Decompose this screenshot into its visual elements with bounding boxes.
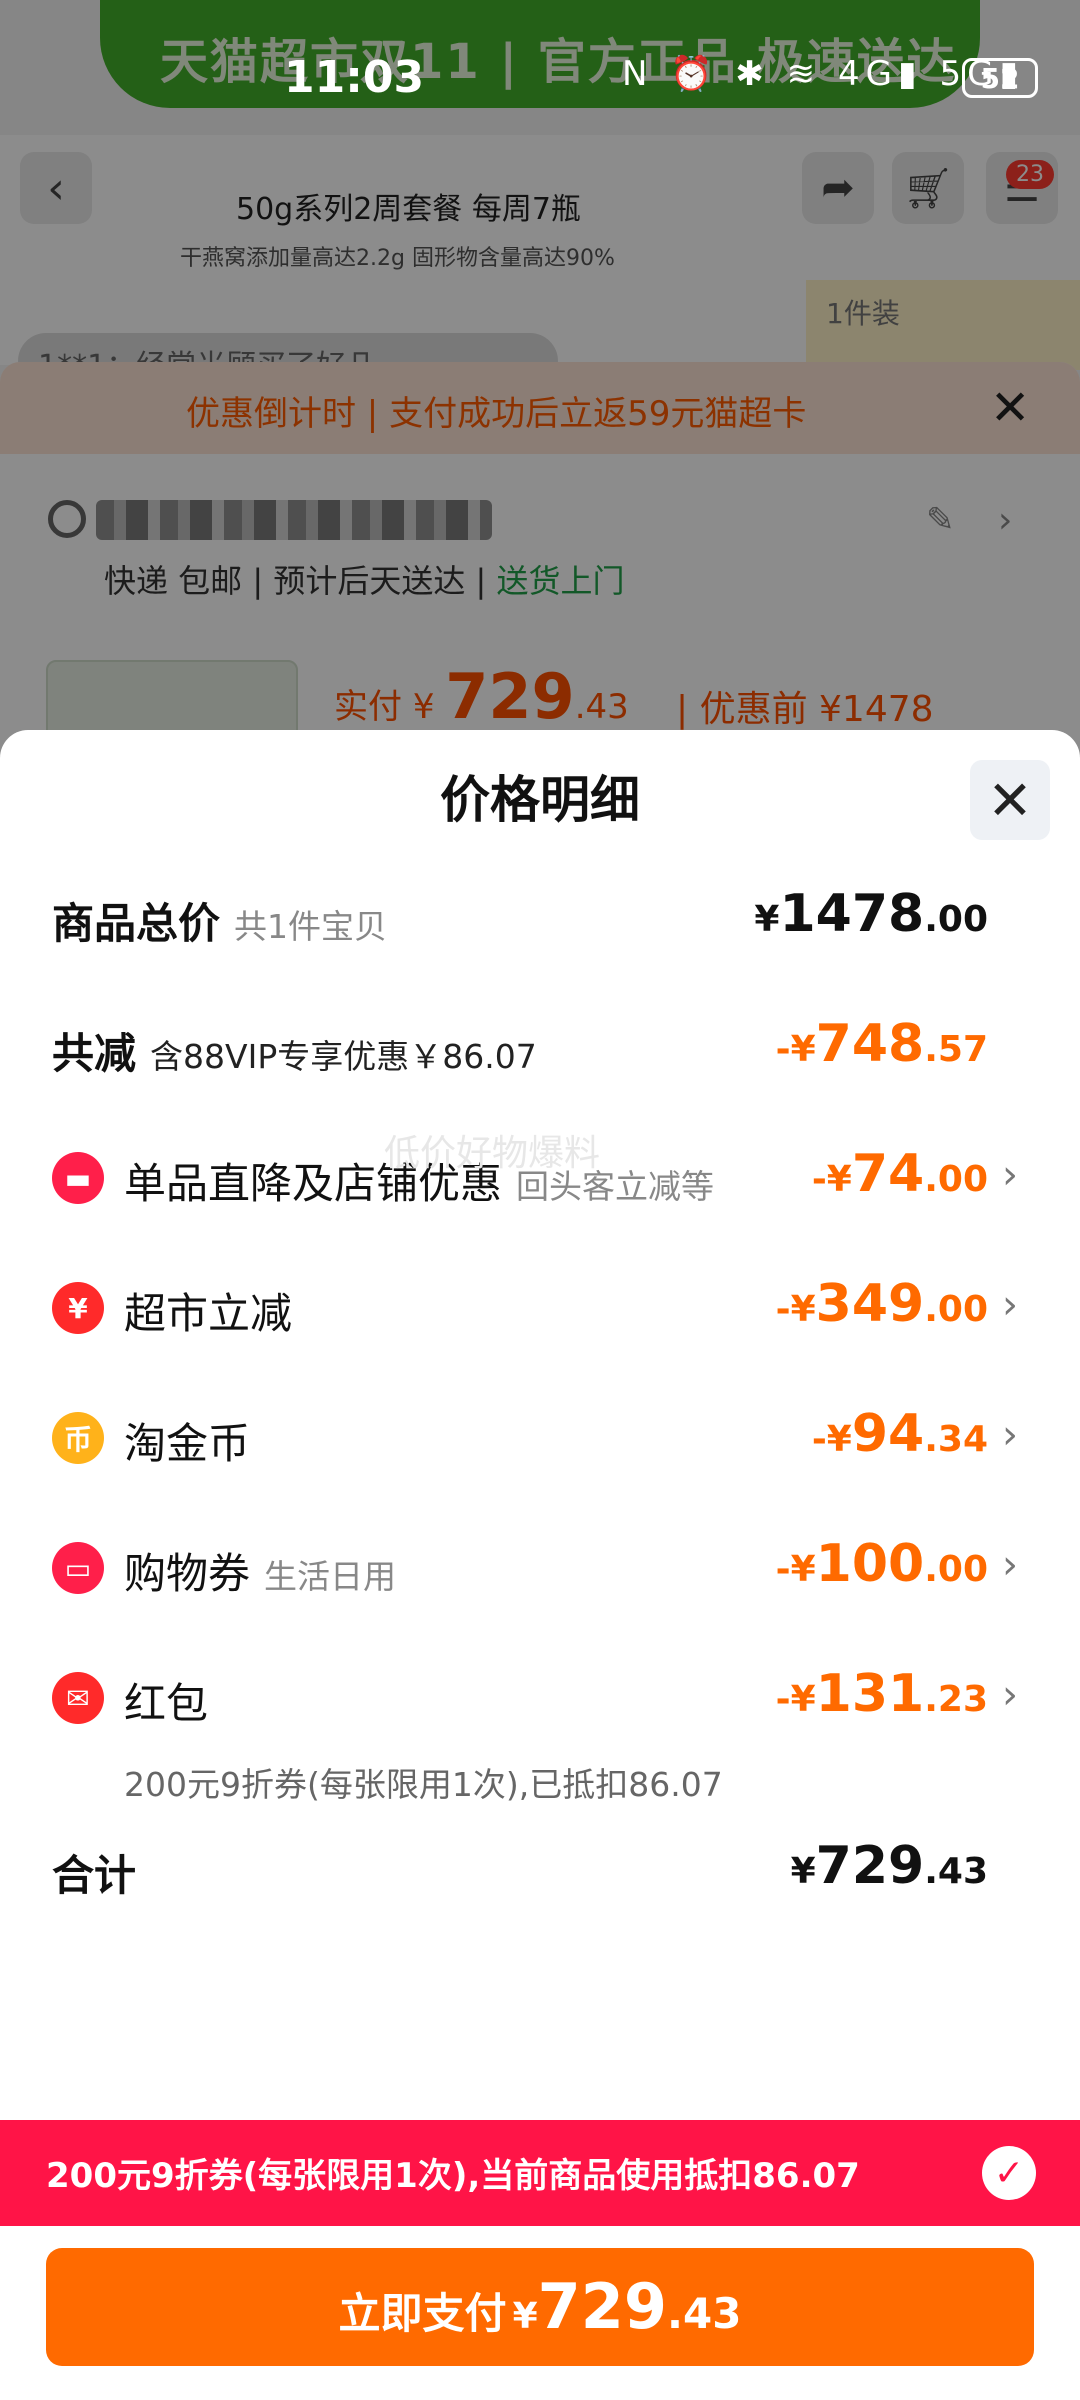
discount-item-price: -¥100.00: [775, 1534, 988, 1594]
close-icon[interactable]: ✕: [970, 760, 1050, 840]
pay-amount-int: 729: [537, 2270, 668, 2343]
goods-total-row: 商品总价 共1件宝贝 ¥1478.00: [0, 884, 1080, 990]
discount-item-label: 红包: [124, 1679, 209, 1728]
pay-now-button[interactable]: 立即支付 ¥ 729 .43: [46, 2248, 1034, 2366]
red-packet-note: 200元9折券(每张限用1次),已抵扣86.07: [124, 1765, 723, 1804]
pay-amount-dec: .43: [667, 2289, 742, 2338]
discount-item-price: -¥349.00: [775, 1274, 988, 1334]
sum-row: 合计 ¥729.43: [0, 1836, 1080, 1942]
goods-total-count: 共1件宝贝: [234, 907, 388, 946]
gold-coin-icon: 币: [52, 1412, 104, 1464]
total-reduce-label: 共减: [52, 1029, 137, 1078]
sum-label: 合计: [52, 1851, 137, 1900]
watermark: 低价好物爆料: [384, 1133, 601, 1174]
total-reduce-price: -¥748.57: [775, 1014, 988, 1074]
chevron-right-icon[interactable]: ›: [1002, 1152, 1018, 1198]
goods-total-label: 商品总价: [52, 899, 221, 948]
pay-label: 立即支付: [338, 2289, 507, 2338]
battery-icon: 52: [962, 58, 1038, 98]
discount-item-sub: 生活日用: [264, 1557, 397, 1596]
shopping-voucher-icon: ▭: [52, 1542, 104, 1594]
pay-area: 立即支付 ¥ 729 .43: [0, 2226, 1080, 2400]
supermarket-discount-icon: ¥: [52, 1282, 104, 1334]
discount-item-row[interactable]: ▭ 购物券 生活日用 -¥100.00 ›: [0, 1534, 1080, 1640]
discount-item-label: 超市立减: [124, 1289, 293, 1338]
pay-currency: ¥: [512, 2296, 538, 2337]
chevron-right-icon[interactable]: ›: [1002, 1672, 1018, 1718]
chevron-right-icon[interactable]: ›: [1002, 1542, 1018, 1588]
shop-discount-icon: ▬: [52, 1152, 104, 1204]
discount-item-label: 淘金币: [124, 1419, 251, 1468]
total-reduce-row: 共减 含88VIP专享优惠￥86.07 -¥748.57: [0, 1014, 1080, 1120]
discount-item-price: -¥94.34: [811, 1404, 988, 1464]
chevron-right-icon[interactable]: ›: [1002, 1282, 1018, 1328]
coupon-bar[interactable]: 200元9折券(每张限用1次),当前商品使用抵扣86.07 ✓: [0, 2120, 1080, 2226]
discount-item-row[interactable]: ¥ 超市立减 -¥349.00 ›: [0, 1274, 1080, 1380]
sheet-title: 价格明细: [440, 771, 640, 829]
discount-item-label: 购物券: [124, 1549, 251, 1598]
discount-item-row[interactable]: ✉ 红包 -¥131.23 ›: [0, 1664, 1080, 1770]
sum-price: ¥729.43: [790, 1836, 988, 1896]
discount-item-price: -¥131.23: [775, 1664, 988, 1724]
red-envelope-icon: ✉: [52, 1672, 104, 1724]
discount-item-row[interactable]: 币淘金币 -¥94.34 ›: [0, 1404, 1080, 1510]
chevron-right-icon[interactable]: ›: [1002, 1412, 1018, 1458]
check-icon[interactable]: ✓: [982, 2146, 1036, 2200]
total-reduce-note: 含88VIP专享优惠￥86.07: [150, 1037, 537, 1076]
goods-total-price: ¥1478.00: [754, 884, 988, 944]
status-time: 11:03: [284, 52, 425, 103]
coupon-text: 200元9折券(每张限用1次),当前商品使用抵扣86.07: [46, 2156, 860, 2196]
discount-item-price: -¥74.00: [811, 1144, 988, 1204]
